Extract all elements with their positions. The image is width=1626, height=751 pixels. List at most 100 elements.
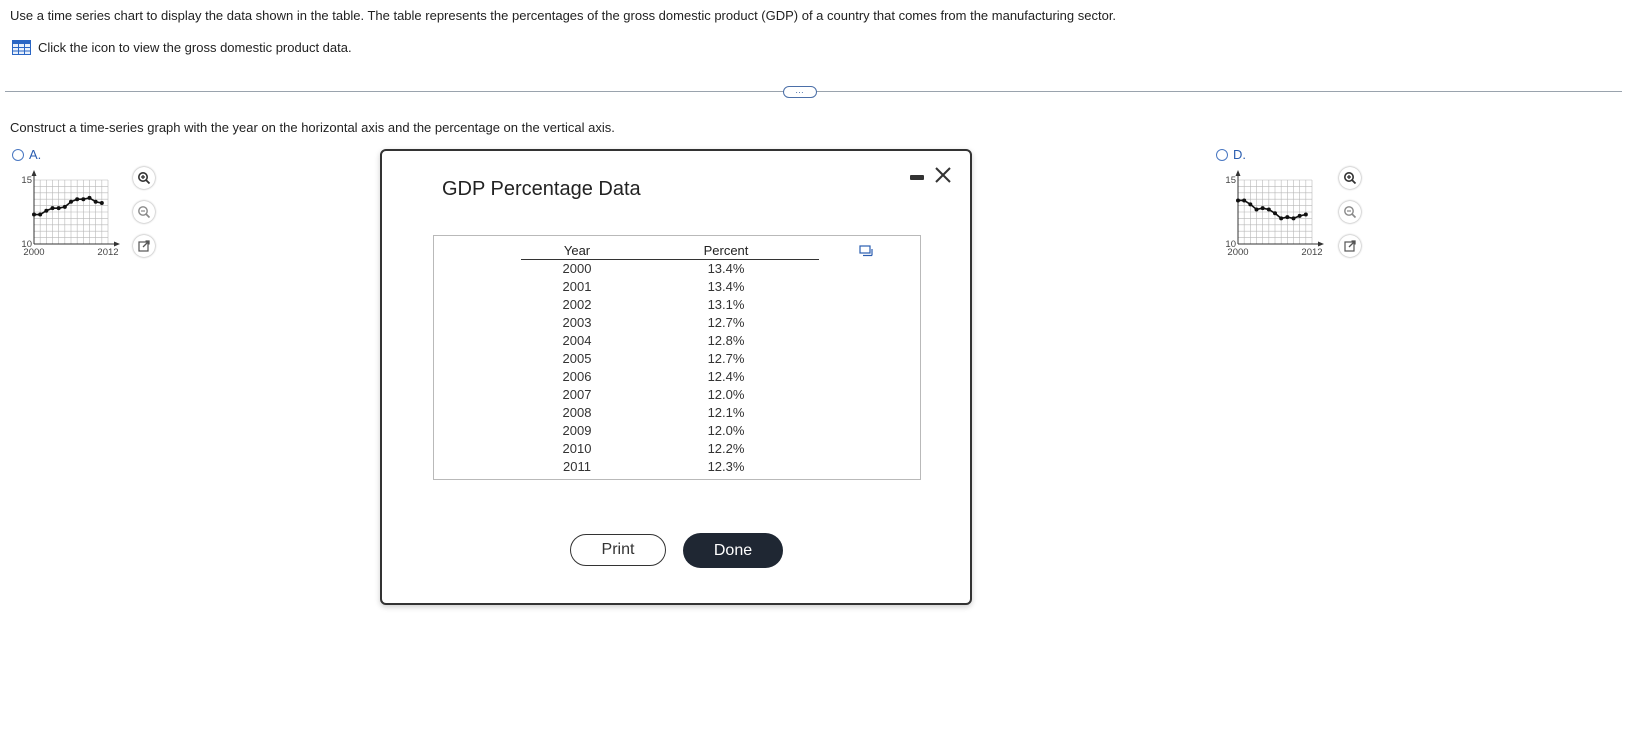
series-line [1238, 199, 1306, 220]
close-icon[interactable] [933, 165, 953, 185]
table-row: 2008 12.1% [521, 404, 819, 422]
data-point [81, 197, 86, 202]
gdp-data-dialog: GDP Percentage Data Year Percent 2000 13.… [380, 149, 972, 605]
data-point [1248, 202, 1253, 207]
year-cell: 2007 [562, 387, 592, 402]
table-row: 2007 12.0% [521, 386, 819, 404]
table-row: 2009 12.0% [521, 422, 819, 440]
percent-cell: 13.4% [707, 279, 745, 294]
data-point [75, 197, 80, 202]
year-cell: 2002 [562, 297, 592, 312]
data-point [38, 212, 43, 217]
column-header-year: Year [521, 242, 633, 260]
percent-cell: 12.2% [707, 441, 745, 456]
data-point [1254, 207, 1259, 212]
data-point [1266, 207, 1271, 212]
table-row: 2005 12.7% [521, 350, 819, 368]
year-cell: 2011 [563, 459, 591, 474]
option-a-radio[interactable]: A. [12, 147, 41, 162]
year-cell: 2000 [562, 261, 592, 276]
option-a-graph: 15 10 2000 2012 [16, 170, 128, 270]
open-external-icon [138, 240, 150, 252]
x-tick-label-right: 2012 [1301, 247, 1322, 258]
x-tick-label-right: 2012 [97, 247, 118, 258]
data-point [44, 208, 49, 213]
y-tick-label-top: 15 [1225, 175, 1236, 186]
data-point [32, 212, 36, 217]
x-tick-label-left: 2000 [1227, 247, 1248, 258]
percent-cell: 12.0% [707, 423, 745, 438]
zoom-in-button[interactable] [1339, 167, 1361, 189]
data-point [69, 199, 73, 204]
minimize-button[interactable] [910, 175, 924, 180]
percent-cell: 12.4% [707, 369, 745, 384]
percent-cell: 12.7% [707, 351, 745, 366]
data-table-container: Year Percent 2000 13.4% 2001 13.4% 2002 13.1%… [433, 235, 921, 480]
x-tick-label-left: 2000 [23, 247, 44, 258]
radio-button[interactable] [12, 148, 24, 161]
year-cell: 2003 [562, 315, 592, 330]
open-external-icon [1344, 240, 1356, 252]
zoom-out-button[interactable] [1339, 201, 1361, 223]
table-icon[interactable] [12, 40, 31, 55]
zoom-in-icon [138, 172, 151, 185]
zoom-in-button[interactable] [133, 167, 155, 189]
table-row: 2003 12.7% [521, 314, 819, 332]
percent-cell: 13.1% [707, 297, 745, 312]
table-row: 2006 12.4% [521, 368, 819, 386]
table-row: 2010 12.2% [521, 440, 819, 458]
data-point [1242, 198, 1247, 203]
x-axis-arrow [1318, 241, 1324, 247]
table-row: 2002 13.1% [521, 296, 819, 314]
copy-to-clipboard-icon[interactable] [859, 245, 873, 257]
data-point [1236, 198, 1240, 203]
data-point [1297, 213, 1302, 218]
zoom-out-icon [1344, 206, 1357, 219]
data-point [1260, 206, 1265, 211]
year-cell: 2001 [562, 279, 592, 294]
option-a-letter: A. [29, 147, 42, 162]
table-row: 2004 12.8% [521, 332, 819, 350]
y-tick-label-top: 15 [21, 175, 32, 186]
data-point [62, 204, 67, 209]
y-axis-arrow [1235, 170, 1241, 176]
percent-cell: 12.3% [707, 459, 745, 474]
data-point [99, 201, 104, 206]
column-header-percent: Percent [633, 242, 819, 260]
dialog-title: GDP Percentage Data [442, 178, 641, 200]
percent-cell: 12.1% [707, 405, 745, 420]
table-row: 2001 13.4% [521, 278, 819, 296]
data-point [87, 195, 92, 200]
zoom-out-icon [138, 206, 151, 219]
data-point [93, 199, 98, 204]
data-point [1285, 215, 1290, 220]
view-data-link[interactable]: Click the icon to view the gross domesti… [12, 40, 352, 55]
open-graph-button[interactable] [1339, 235, 1361, 257]
done-button[interactable]: Done [683, 533, 783, 568]
option-d-radio[interactable]: D. [1216, 147, 1246, 162]
percent-cell: 12.7% [707, 315, 745, 330]
print-button[interactable]: Print [570, 534, 666, 566]
percent-cell: 12.8% [707, 333, 745, 348]
y-axis-arrow [31, 170, 37, 176]
year-cell: 2009 [562, 423, 592, 438]
percent-cell: 12.0% [707, 387, 745, 402]
gdp-data-table: Year Percent 2000 13.4% 2001 13.4% 2002 13.1%… [521, 242, 819, 476]
expand-more-button[interactable]: … [783, 86, 817, 98]
year-cell: 2004 [562, 333, 592, 348]
year-cell: 2010 [562, 441, 592, 456]
year-cell: 2008 [562, 405, 592, 420]
x-axis-arrow [114, 241, 120, 247]
data-point [1279, 216, 1284, 221]
data-point [1291, 216, 1296, 221]
table-row: 2011 12.3% [521, 458, 819, 476]
option-d-letter: D. [1233, 147, 1246, 162]
question-prompt: Use a time series chart to display the d… [10, 8, 1117, 23]
open-graph-button[interactable] [133, 235, 155, 257]
data-point [50, 206, 55, 211]
option-a-chart: 15102000 2012 [21, 170, 120, 258]
view-data-link-text[interactable]: Click the icon to view the gross domesti… [38, 40, 352, 55]
radio-button[interactable] [1216, 148, 1228, 161]
data-point [56, 206, 61, 211]
zoom-out-button[interactable] [133, 201, 155, 223]
